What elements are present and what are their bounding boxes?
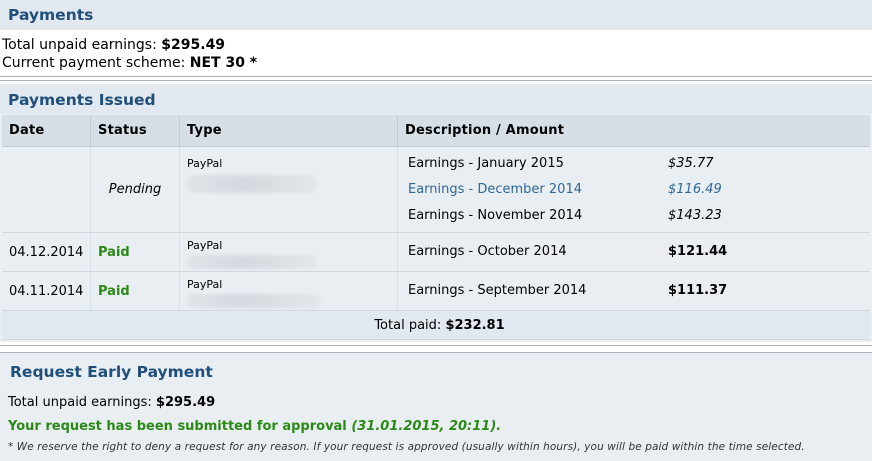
column-header-type: Type [179, 115, 398, 147]
early-unpaid-label: Total unpaid earnings: [8, 395, 152, 410]
payment-type: PayPal [179, 232, 398, 272]
early-unpaid-line: Total unpaid earnings: $295.49 [8, 393, 805, 413]
early-unpaid-value: $295.49 [155, 395, 216, 410]
request-submitted-text: Your request has been submitted for appr… [8, 419, 347, 434]
payment-type: PayPal [179, 146, 398, 233]
status-pending: Pending [90, 146, 180, 233]
divider [0, 76, 872, 77]
description-cell: Earnings - January 2015 $35.77 Earnings … [397, 146, 870, 233]
description-cell: Earnings - September 2014 $111.37 [397, 271, 870, 311]
row-date: 04.11.2014 [2, 271, 91, 311]
total-paid-label: Total paid: [374, 317, 442, 333]
earnings-description: Earnings - October 2014 [408, 244, 567, 259]
payments-issued-title: Payments Issued [8, 91, 156, 109]
earnings-amount: $35.77 [668, 155, 714, 171]
earnings-description: Earnings - December 2014 [408, 181, 582, 197]
status-paid: Paid [90, 232, 180, 272]
earnings-amount: $143.23 [668, 207, 722, 223]
redacted-account [187, 175, 317, 193]
earnings-description: Earnings - January 2015 [408, 155, 564, 171]
total-paid-cell: Total paid: $232.81 [2, 310, 870, 340]
divider [0, 345, 872, 346]
early-payment-note: * We reserve the right to deny a request… [8, 441, 805, 453]
unpaid-earnings-line: Total unpaid earnings: $295.49 [2, 36, 257, 54]
divider [0, 80, 872, 81]
table-row: 04.11.2014 Paid PayPal Earnings - Septem… [2, 271, 870, 311]
earnings-amount: $116.49 [668, 181, 722, 197]
row-date [2, 146, 91, 233]
payment-type-label: PayPal [187, 157, 223, 170]
early-payment-header: Request Early Payment [0, 353, 872, 387]
payment-type: PayPal [179, 271, 398, 311]
redacted-account [187, 294, 321, 308]
column-header-date: Date [2, 115, 91, 147]
earnings-amount: $121.44 [668, 244, 728, 259]
early-payment-panel: Request Early Payment Total unpaid earni… [0, 352, 872, 461]
payments-summary: Total unpaid earnings: $295.49 Current p… [2, 36, 257, 72]
earnings-description: Earnings - September 2014 [408, 283, 587, 298]
table-row: 04.12.2014 Paid PayPal Earnings - Octobe… [2, 232, 870, 272]
payments-table: Date Status Type Description / Amount Pe… [2, 115, 870, 340]
payment-scheme-label: Current payment scheme: [2, 55, 186, 71]
payments-issued-panel: Payments Issued Date Status Type Descrip… [0, 84, 872, 342]
total-paid-row: Total paid: $232.81 [2, 310, 870, 340]
unpaid-earnings-label: Total unpaid earnings: [2, 37, 157, 53]
column-header-status: Status [90, 115, 180, 147]
payments-issued-header: Payments Issued [0, 84, 872, 114]
table-header-row: Date Status Type Description / Amount [2, 115, 870, 147]
status-paid: Paid [90, 271, 180, 311]
row-date: 04.12.2014 [2, 232, 91, 272]
table-row: Pending PayPal Earnings - January 2015 $… [2, 146, 870, 233]
total-paid-value: $232.81 [445, 317, 505, 333]
request-submitted-time: (31.01.2015, 20:11). [351, 419, 502, 434]
earnings-amount: $111.37 [668, 283, 728, 298]
payment-scheme-value: NET 30 * [189, 55, 258, 71]
payment-scheme-line: Current payment scheme: NET 30 * [2, 54, 257, 72]
earnings-description: Earnings - November 2014 [408, 207, 583, 223]
redacted-account [187, 255, 317, 269]
payment-type-label: PayPal [187, 278, 223, 291]
early-payment-body: Total unpaid earnings: $295.49 Your requ… [8, 393, 805, 453]
payments-header: Payments [0, 0, 872, 30]
description-cell: Earnings - October 2014 $121.44 [397, 232, 870, 272]
unpaid-earnings-value: $295.49 [161, 37, 226, 53]
early-payment-title: Request Early Payment [10, 363, 213, 381]
column-header-description: Description / Amount [397, 115, 870, 147]
request-submitted-message: Your request has been submitted for appr… [8, 417, 805, 437]
payment-type-label: PayPal [187, 239, 223, 252]
payments-title: Payments [8, 6, 94, 24]
